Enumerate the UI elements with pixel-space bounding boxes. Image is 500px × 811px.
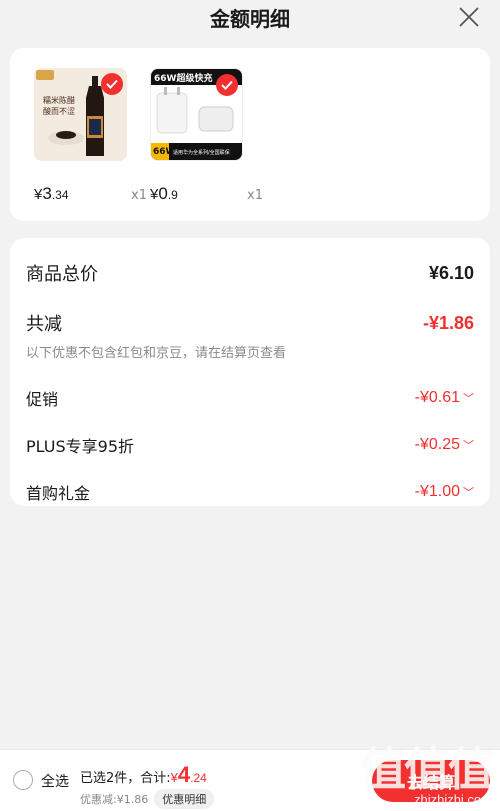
discount-row-first-purchase[interactable]: 首购礼金 -¥1.00 ﹀ bbox=[26, 480, 474, 504]
total-price-value: ¥6.10 bbox=[428, 262, 474, 283]
close-icon[interactable] bbox=[458, 6, 480, 28]
chevron-down-icon: ﹀ bbox=[463, 393, 474, 405]
checkout-button[interactable]: 去结算 bbox=[372, 760, 490, 802]
select-all-label[interactable]: 全选 bbox=[41, 771, 69, 791]
discount-value[interactable]: -¥0.61 ﹀ bbox=[415, 389, 474, 407]
total-amount: ¥4.24 bbox=[170, 762, 207, 787]
product-price-row: ¥3.34 x1 bbox=[34, 184, 147, 204]
header: 金额明细 bbox=[0, 0, 500, 36]
total-reduce-row: 共减 -¥1.86 bbox=[26, 310, 474, 336]
discount-label: 促销 bbox=[26, 390, 59, 409]
checkmark-icon bbox=[221, 80, 233, 90]
image-caption: 糯米陈醋 酸而不涩 bbox=[43, 96, 75, 116]
discount-text: 优惠减:¥1.86 bbox=[80, 793, 149, 806]
total-price-row: 商品总价 ¥6.10 bbox=[26, 260, 474, 286]
product-quantity: x1 bbox=[131, 188, 147, 203]
total-summary: 已选2件，合计:¥4.24 bbox=[80, 762, 207, 788]
discount-row-promotion[interactable]: 促销 -¥0.61 ﹀ bbox=[26, 386, 474, 410]
total-reduce-value: -¥1.86 bbox=[422, 312, 474, 333]
product-price-row: ¥0.9 x1 bbox=[150, 184, 263, 204]
product-list: 糯米陈醋 酸而不涩 ¥3.34 x1 66W超级快充 66W 适用华为全系列/全… bbox=[10, 48, 490, 221]
product-item[interactable]: 糯米陈醋 酸而不涩 ¥3.34 x1 bbox=[34, 68, 147, 221]
product-checkbox[interactable] bbox=[216, 74, 238, 96]
product-price: ¥3.34 bbox=[34, 184, 69, 203]
total-reduce-label: 共减 bbox=[26, 314, 62, 335]
product-quantity: x1 bbox=[247, 188, 263, 203]
total-price-label: 商品总价 bbox=[26, 264, 98, 285]
price-summary: 商品总价 ¥6.10 共减 -¥1.86 以下优惠不包含红包和京豆，请在结算页查… bbox=[10, 238, 490, 506]
discount-note: 以下优惠不包含红包和京豆，请在结算页查看 bbox=[26, 346, 287, 361]
product-image[interactable]: 糯米陈醋 酸而不涩 bbox=[34, 68, 127, 161]
image-caption: 适用华为全系列/全国联保 bbox=[173, 150, 230, 156]
checkout-bar: 全选 已选2件，合计:¥4.24 优惠减:¥1.86 优惠明细 去结算 值值值 … bbox=[0, 746, 500, 811]
page-title: 金额明细 bbox=[210, 7, 290, 31]
image-banner-text: 66W超级快充 bbox=[154, 74, 213, 84]
checkmark-icon bbox=[106, 79, 118, 89]
product-price: ¥0.9 bbox=[150, 184, 178, 203]
discount-label: PLUS专享95折 bbox=[26, 437, 134, 456]
discount-value[interactable]: -¥1.00 ﹀ bbox=[415, 483, 474, 501]
discount-summary: 优惠减:¥1.86 优惠明细 bbox=[80, 789, 215, 809]
chevron-down-icon: ﹀ bbox=[463, 487, 474, 499]
selected-count-text: 已选2件，合计: bbox=[80, 771, 171, 786]
product-checkbox[interactable] bbox=[101, 73, 123, 95]
select-all-radio[interactable] bbox=[13, 770, 33, 790]
product-item[interactable]: 66W超级快充 66W 适用华为全系列/全国联保 ¥0.9 x1 bbox=[150, 68, 263, 221]
discount-row-plus[interactable]: PLUS专享95折 -¥0.25 ﹀ bbox=[26, 433, 474, 457]
discount-value[interactable]: -¥0.25 ﹀ bbox=[415, 436, 474, 454]
discount-detail-button[interactable]: 优惠明细 bbox=[154, 789, 215, 809]
product-image[interactable]: 66W超级快充 66W 适用华为全系列/全国联保 bbox=[150, 68, 243, 161]
chevron-down-icon: ﹀ bbox=[463, 440, 474, 452]
discount-label: 首购礼金 bbox=[26, 484, 91, 503]
